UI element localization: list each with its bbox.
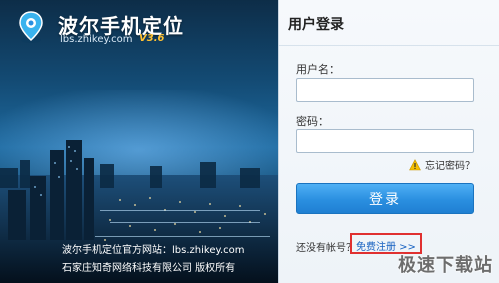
password-input[interactable] xyxy=(296,129,474,153)
login-button[interactable]: 登录 xyxy=(296,183,474,214)
location-pin-logo-icon xyxy=(19,11,43,43)
username-input[interactable] xyxy=(296,78,474,102)
login-panel: 用户登录 用户名： 密码： 忘记密码？ 登录 还没有帐号？ 免费注册 >> xyxy=(278,0,499,283)
login-header: 用户登录 xyxy=(279,0,499,46)
copyright-text: 石家庄知奇网络科技有限公司 版权所有 xyxy=(62,263,236,274)
watermark-text: 极速下载站 xyxy=(398,255,493,276)
warning-icon xyxy=(409,158,421,170)
app-version: V3.6 xyxy=(139,33,165,44)
splash-panel: 波尔手机定位 lbs.zhikey.com V3.6 波尔手机定位官方网站：lb… xyxy=(0,0,278,283)
official-site-text: 波尔手机定位官方网站：lbs.zhikey.com xyxy=(62,245,245,256)
no-account-text: 还没有帐号？ xyxy=(296,243,356,254)
login-title: 用户登录 xyxy=(288,17,344,33)
password-label: 密码： xyxy=(296,115,329,128)
app-domain: lbs.zhikey.com xyxy=(60,34,133,45)
username-label: 用户名： xyxy=(296,63,340,76)
forgot-password-label[interactable]: 忘记密码？ xyxy=(425,157,475,172)
forgot-password-link[interactable]: 忘记密码？ xyxy=(409,157,475,172)
